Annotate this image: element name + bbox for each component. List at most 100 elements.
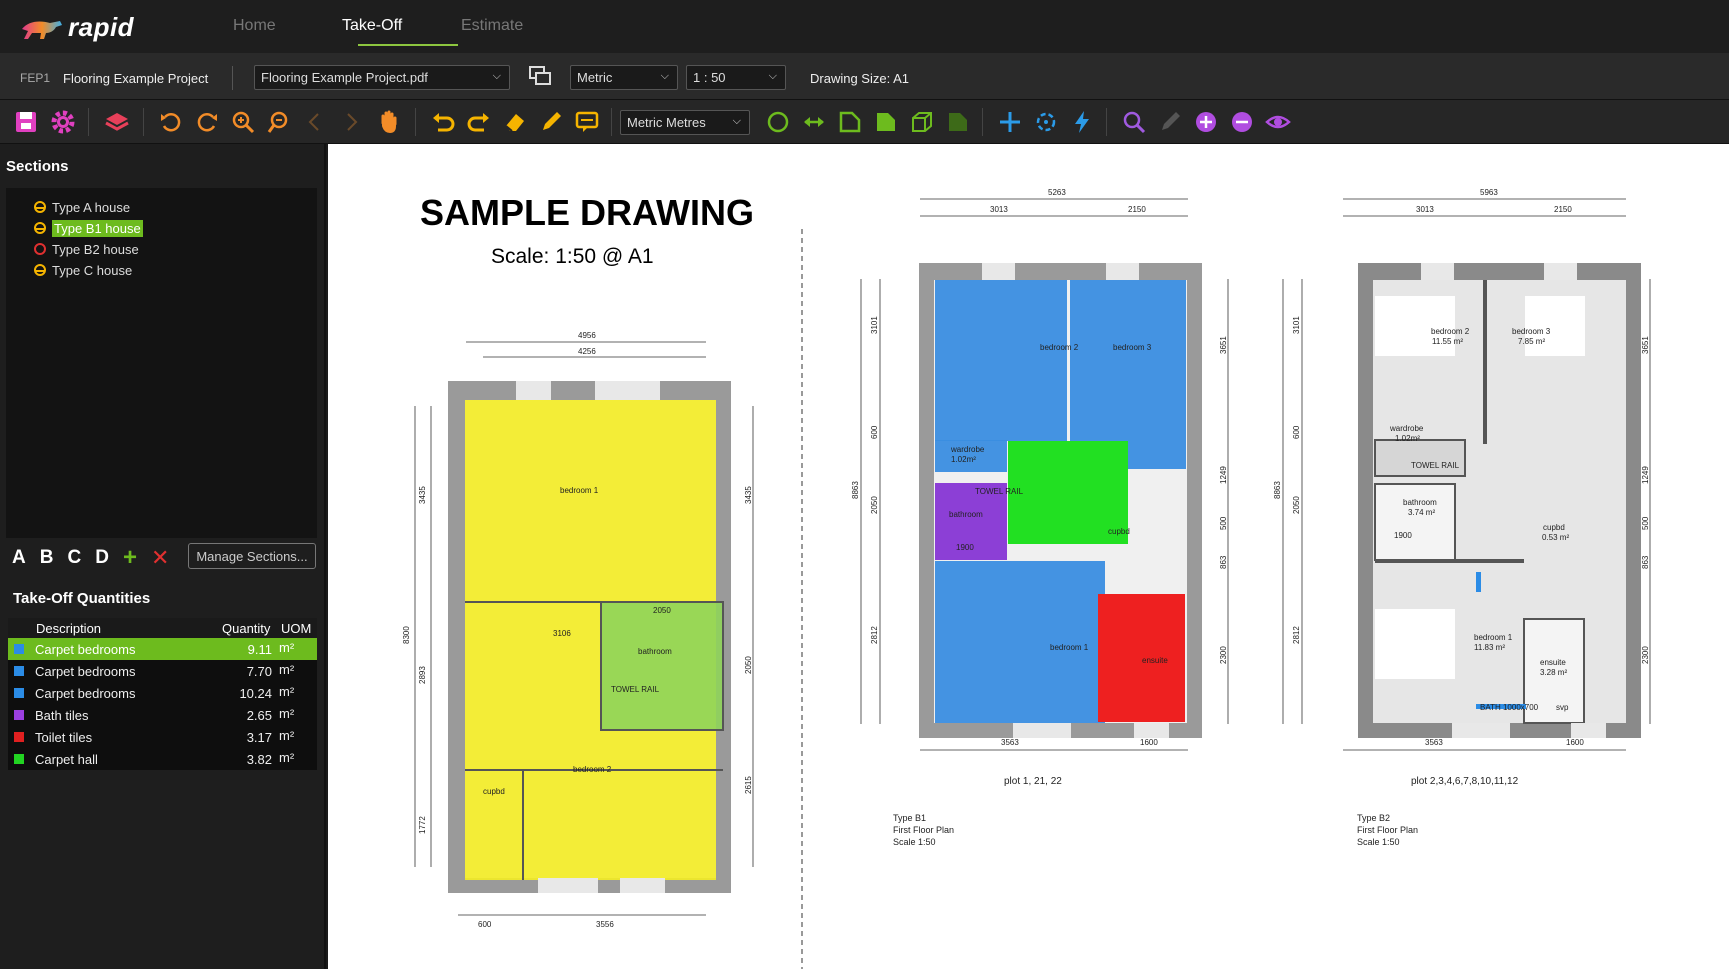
table-row[interactable]: Bath tiles 2.65 m² (8, 704, 317, 726)
room-label: wardrobe (950, 445, 985, 454)
letter-a-button[interactable]: A (12, 547, 26, 569)
snap-button[interactable] (1032, 108, 1060, 136)
table-row[interactable]: Carpet bedrooms 9.11 m² (8, 638, 317, 660)
plan-b1-bedroom-1-area[interactable] (935, 561, 1105, 723)
pan-button[interactable] (375, 108, 403, 136)
room-label: 1900 (1394, 531, 1412, 540)
section-item-type-a[interactable]: Type A house (34, 198, 130, 216)
delete-section-icon[interactable]: ✕ (151, 545, 169, 571)
visibility-button[interactable] (1264, 108, 1292, 136)
takeoff-table: Description Quantity UOM Carpet bedrooms… (8, 618, 317, 770)
row-uom: m² (279, 684, 295, 699)
rotate-right-button[interactable] (193, 108, 221, 136)
units-select[interactable]: Metric ⌵ (570, 65, 678, 90)
pen-button[interactable] (537, 108, 565, 136)
room-label: bathroom (1403, 498, 1437, 507)
dim-label: 2050 (744, 656, 753, 674)
compare-drawings-button[interactable] (526, 62, 554, 90)
drawing-canvas[interactable]: SAMPLE DRAWING Scale: 1:50 @ A1 bedroom … (328, 144, 1729, 969)
measure-units-select[interactable]: Metric Metres ⌵ (620, 110, 750, 135)
rotate-left-button[interactable] (157, 108, 185, 136)
section-item-type-b2[interactable]: Type B2 house (34, 240, 139, 258)
chevron-down-icon: ⌵ (732, 115, 741, 127)
table-row[interactable]: Carpet bedrooms 10.24 m² (8, 682, 317, 704)
floor-plans: bedroom 1 bathroom bedroom 2 cupbd TOWEL… (402, 188, 1651, 969)
dim-label: 1600 (1140, 738, 1158, 747)
letter-b-button[interactable]: B (40, 547, 54, 569)
row-quantity: 10.24 (239, 686, 272, 701)
eraser-button[interactable] (501, 108, 529, 136)
previous-page-button[interactable] (301, 108, 329, 136)
deduct-area-button[interactable] (944, 108, 972, 136)
chevron-down-icon: ⌵ (768, 70, 777, 82)
scale-select[interactable]: 1 : 50 ⌵ (686, 65, 786, 90)
drawing-type-label: First Floor Plan (893, 825, 954, 835)
plan-b1-bedroom-2-area[interactable] (935, 280, 1067, 441)
drawing-file-select[interactable]: Flooring Example Project.pdf ⌵ (254, 65, 510, 90)
dim-label: 863 (1641, 555, 1650, 569)
plan-a-bathroom-area[interactable] (601, 602, 723, 730)
section-item-type-b1[interactable]: Type B1 house (34, 219, 143, 237)
add-button[interactable] (1192, 108, 1220, 136)
edit-button[interactable] (1156, 108, 1184, 136)
room-label: 3.74 m² (1408, 508, 1435, 517)
double-arrow-icon (804, 117, 824, 127)
room-label: TOWEL RAIL (975, 487, 1024, 496)
dim-label: 3556 (596, 920, 614, 929)
redo-button[interactable] (465, 108, 493, 136)
zoom-out-button[interactable] (265, 108, 293, 136)
tab-home[interactable]: Home (233, 17, 276, 35)
room-label: bedroom 2 (1040, 343, 1079, 352)
linear-tool-button[interactable] (800, 108, 828, 136)
room-label: 3.28 m² (1540, 668, 1567, 677)
dim-label: 5263 (1048, 188, 1066, 197)
color-swatch (14, 710, 24, 720)
pencil-icon (1162, 112, 1180, 130)
table-row[interactable]: Carpet hall 3.82 m² (8, 748, 317, 770)
project-code: FEP1 (20, 71, 51, 85)
cube-icon (912, 112, 932, 132)
table-row[interactable]: Carpet bedrooms 7.70 m² (8, 660, 317, 682)
dim-label: 500 (1641, 516, 1650, 530)
tab-estimate[interactable]: Estimate (461, 17, 523, 35)
remove-button[interactable] (1228, 108, 1256, 136)
next-page-button[interactable] (337, 108, 365, 136)
column-description: Description (36, 621, 102, 636)
project-name: Flooring Example Project (63, 71, 209, 86)
room-label: BATH 1000x700 (1480, 703, 1539, 712)
settings-button[interactable] (49, 108, 77, 136)
row-description: Carpet hall (35, 752, 98, 767)
section-item-type-c[interactable]: Type C house (34, 261, 132, 279)
count-tool-button[interactable] (764, 108, 792, 136)
add-point-button[interactable] (996, 108, 1024, 136)
add-section-icon[interactable]: + (123, 544, 137, 572)
annotation-button[interactable] (573, 108, 601, 136)
circle-icon (767, 111, 789, 133)
letter-d-button[interactable]: D (95, 547, 109, 569)
manage-sections-button[interactable]: Manage Sections... (188, 543, 316, 569)
quick-measure-button[interactable] (1068, 108, 1096, 136)
area-fill-button[interactable] (872, 108, 900, 136)
drawing-type-label: Scale 1:50 (1357, 837, 1400, 847)
room-label: bedroom 2 (573, 765, 612, 774)
eye-icon (1265, 115, 1291, 129)
table-row[interactable]: Toilet tiles 3.17 m² (8, 726, 317, 748)
letter-c-button[interactable]: C (67, 547, 81, 569)
section-status-icon (34, 222, 46, 234)
tab-take-off[interactable]: Take-Off (342, 17, 402, 35)
save-button[interactable] (12, 108, 40, 136)
dim-label: 600 (870, 425, 879, 439)
dim-label: 5963 (1480, 188, 1498, 197)
chevron-down-icon: ⌵ (660, 70, 669, 82)
window (1544, 263, 1577, 280)
undo-button[interactable] (429, 108, 457, 136)
section-status-icon (34, 264, 46, 276)
volume-tool-button[interactable] (908, 108, 936, 136)
plan-b1-bedroom-3-area[interactable] (1070, 280, 1186, 469)
search-button[interactable] (1120, 108, 1148, 136)
plan-type-a: bedroom 1 bathroom bedroom 2 cupbd TOWEL… (402, 331, 754, 929)
zoom-in-button[interactable] (229, 108, 257, 136)
area-outline-button[interactable] (836, 108, 864, 136)
redo-icon (467, 113, 489, 132)
layers-button[interactable] (103, 108, 131, 136)
